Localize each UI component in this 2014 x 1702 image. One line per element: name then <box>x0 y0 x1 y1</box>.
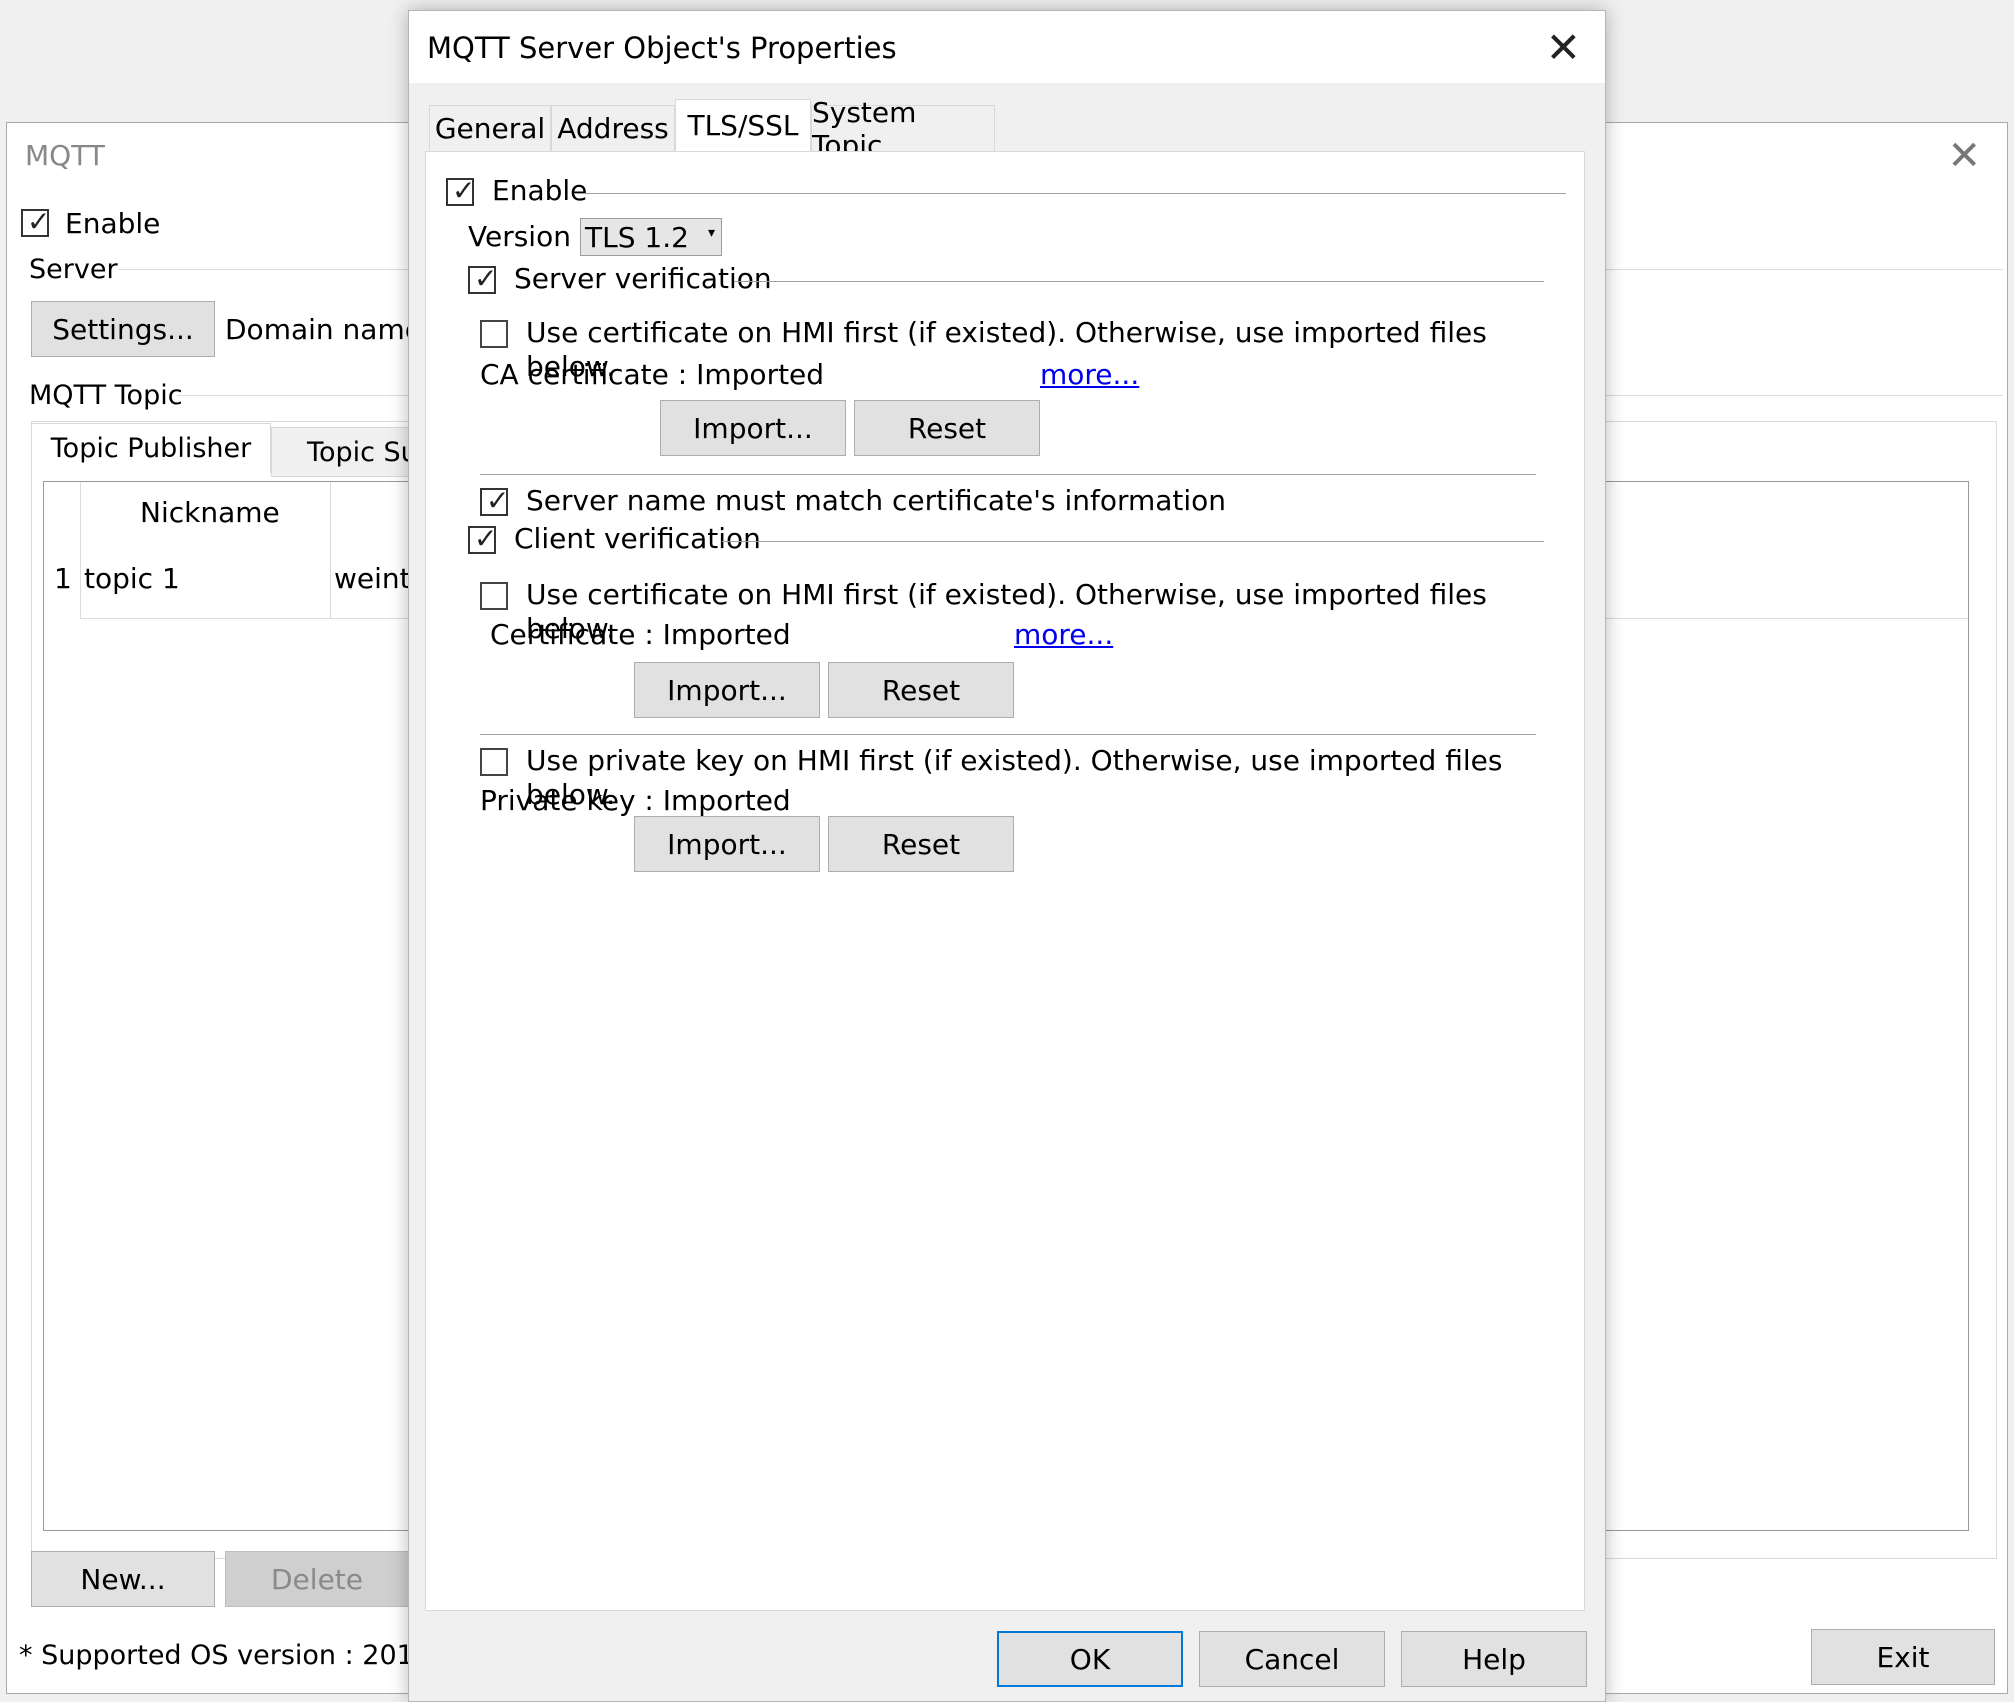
tab-topic-publisher[interactable]: Topic Publisher <box>31 423 271 473</box>
client-use-hmi-key-checkbox[interactable] <box>480 748 508 776</box>
client-use-hmi-cert-checkbox[interactable] <box>480 582 508 610</box>
server-name-match-label: Server name must match certificate's inf… <box>526 484 1227 517</box>
tab-general[interactable]: General <box>429 105 551 151</box>
server-verification-line <box>734 281 1544 282</box>
ok-button[interactable]: OK <box>997 1631 1183 1687</box>
tls-enable-checkbox[interactable]: ✓ <box>446 174 475 207</box>
tab-address[interactable]: Address <box>551 105 675 151</box>
checkmark-icon: ✓ <box>474 522 498 555</box>
version-select[interactable]: TLS 1.2 ▾ <box>580 218 722 256</box>
exit-button[interactable]: Exit <box>1811 1629 1995 1685</box>
version-value: TLS 1.2 <box>585 220 689 254</box>
private-key-import-button[interactable]: Import... <box>634 816 820 872</box>
close-icon[interactable]: ✕ <box>1546 23 1581 73</box>
client-verification-line <box>722 541 1544 542</box>
window-title: MQTT <box>25 139 105 172</box>
client-cert-import-button[interactable]: Import... <box>634 662 820 718</box>
checkmark-icon: ✓ <box>27 205 51 238</box>
enable-group-line <box>574 193 1566 194</box>
tab-tls-ssl[interactable]: TLS/SSL <box>675 99 811 151</box>
private-key-status: Private key : Imported <box>480 784 791 817</box>
cancel-button[interactable]: Cancel <box>1199 1631 1385 1687</box>
delete-button[interactable]: Delete <box>225 1551 409 1607</box>
client-cert-reset-button[interactable]: Reset <box>828 662 1014 718</box>
server-group-label: Server <box>29 254 118 285</box>
table-row[interactable]: topic 1 <box>84 562 180 596</box>
separator-line <box>480 474 1536 475</box>
ca-import-button[interactable]: Import... <box>660 400 846 456</box>
mqtt-server-properties-dialog: MQTT Server Object's Properties ✕ Genera… <box>408 10 1606 1702</box>
ca-certificate-status: CA certificate : Imported <box>480 358 825 391</box>
checkmark-icon: ✓ <box>486 484 510 517</box>
server-verification-label: Server verification <box>514 262 772 295</box>
chevron-down-icon: ▾ <box>707 225 715 241</box>
checkmark-icon: ✓ <box>474 262 498 295</box>
tls-enable-label: Enable <box>492 174 588 207</box>
separator-line <box>480 734 1536 735</box>
ca-reset-button[interactable]: Reset <box>854 400 1040 456</box>
server-name-match-checkbox[interactable]: ✓ <box>480 484 509 517</box>
client-verification-label: Client verification <box>514 522 761 555</box>
tls-ssl-panel: ✓ Enable Version : TLS 1.2 ▾ ✓ Server ve… <box>425 151 1585 1611</box>
server-use-hmi-cert-checkbox[interactable] <box>480 320 508 348</box>
close-icon[interactable]: ✕ <box>1947 131 1981 181</box>
row-index: 1 <box>54 562 72 595</box>
column-header-nickname[interactable]: Nickname <box>140 496 280 530</box>
server-verification-checkbox[interactable]: ✓ <box>468 262 497 295</box>
client-verification-checkbox[interactable]: ✓ <box>468 522 497 555</box>
enable-label: Enable <box>65 207 161 240</box>
ca-more-link[interactable]: more... <box>1040 358 1139 391</box>
version-label: Version : <box>468 220 590 253</box>
new-button[interactable]: New... <box>31 1551 215 1607</box>
enable-checkbox[interactable]: ✓ <box>21 205 50 238</box>
settings-button[interactable]: Settings... <box>31 301 215 357</box>
client-certificate-status: Certificate : Imported <box>490 618 791 651</box>
checkmark-icon: ✓ <box>452 174 476 207</box>
dialog-title: MQTT Server Object's Properties <box>427 31 897 65</box>
help-button[interactable]: Help <box>1401 1631 1587 1687</box>
tab-system-topic[interactable]: System Topic <box>811 96 995 162</box>
table-grid-line <box>330 482 331 618</box>
table-grid-line <box>80 482 81 618</box>
private-key-reset-button[interactable]: Reset <box>828 816 1014 872</box>
supported-os-note: * Supported OS version : 201509 <box>19 1640 466 1671</box>
client-more-link[interactable]: more... <box>1014 618 1113 651</box>
table-cell-partial: weint <box>334 562 411 595</box>
topic-group-label: MQTT Topic <box>29 380 183 411</box>
